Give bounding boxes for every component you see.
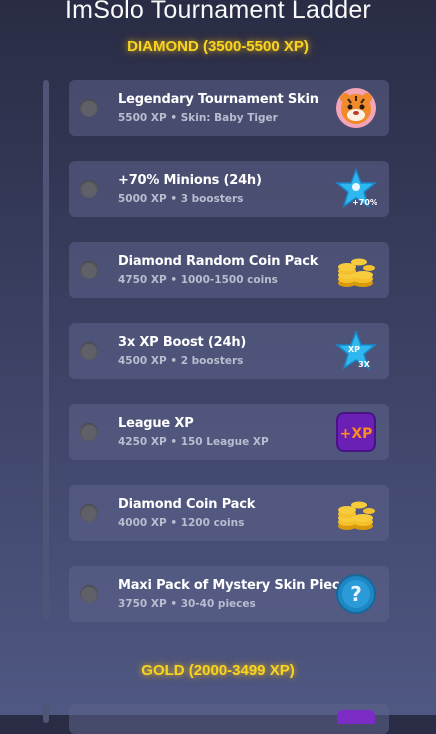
svg-text:3X: 3X (358, 360, 371, 369)
league-xp-icon: +XP (336, 412, 376, 452)
tiger-skin-icon (336, 88, 376, 128)
status-dot (80, 504, 98, 522)
reward-card[interactable]: Diamond Random Coin Pack 4750 XP • 1000-… (69, 242, 389, 298)
progress-rail (43, 703, 49, 723)
reward-card[interactable] (69, 704, 389, 734)
progress-rail (43, 80, 49, 620)
svg-text:+70%: +70% (352, 198, 377, 207)
reward-detail: 3750 XP • 30-40 pieces (118, 598, 256, 610)
reward-detail: 4000 XP • 1200 coins (118, 517, 245, 529)
reward-card[interactable]: 3x XP Boost (24h) 4500 XP • 2 boosters X… (69, 323, 389, 379)
reward-card[interactable]: Diamond Coin Pack 4000 XP • 1200 coins (69, 485, 389, 541)
reward-name: 3x XP Boost (24h) (118, 335, 247, 350)
reward-name: Diamond Coin Pack (118, 497, 256, 512)
reward-name: Maxi Pack of Mystery Skin Pieces (118, 578, 356, 593)
xp-boost-star-icon: XP 3X (335, 330, 377, 370)
status-dot (80, 261, 98, 279)
minion-booster-star-icon: +70% (335, 168, 377, 208)
reward-name: League XP (118, 416, 194, 431)
status-dot (80, 342, 98, 360)
mystery-skin-icon: ? (336, 574, 376, 614)
reward-card[interactable]: League XP 4250 XP • 150 League XP +XP (69, 404, 389, 460)
tier-heading-diamond: DIAMOND (3500-5500 XP) (127, 38, 309, 55)
reward-name: Legendary Tournament Skin (118, 92, 319, 107)
reward-detail: 4750 XP • 1000-1500 coins (118, 274, 278, 286)
reward-card[interactable]: Maxi Pack of Mystery Skin Pieces 3750 XP… (69, 566, 389, 622)
status-dot (80, 585, 98, 603)
status-dot (80, 99, 98, 117)
page-title: ImSolo Tournament Ladder (65, 0, 371, 24)
tier-heading-gold: GOLD (2000-3499 XP) (141, 662, 295, 679)
reward-detail: 4250 XP • 150 League XP (118, 436, 269, 448)
reward-detail: 4500 XP • 2 boosters (118, 355, 244, 367)
coin-stack-icon (338, 501, 375, 530)
coin-stack-icon (338, 258, 375, 287)
svg-text:?: ? (350, 582, 362, 606)
reward-icon (337, 710, 375, 724)
status-dot (80, 180, 98, 198)
reward-card[interactable]: Legendary Tournament Skin 5500 XP • Skin… (69, 80, 389, 136)
status-dot (80, 423, 98, 441)
svg-text:XP: XP (348, 345, 360, 354)
reward-detail: 5500 XP • Skin: Baby Tiger (118, 112, 278, 124)
reward-name: Diamond Random Coin Pack (118, 254, 319, 269)
reward-card[interactable]: +70% Minions (24h) 5000 XP • 3 boosters … (69, 161, 389, 217)
svg-text:+XP: +XP (340, 426, 373, 442)
reward-name: +70% Minions (24h) (118, 173, 262, 188)
reward-detail: 5000 XP • 3 boosters (118, 193, 244, 205)
